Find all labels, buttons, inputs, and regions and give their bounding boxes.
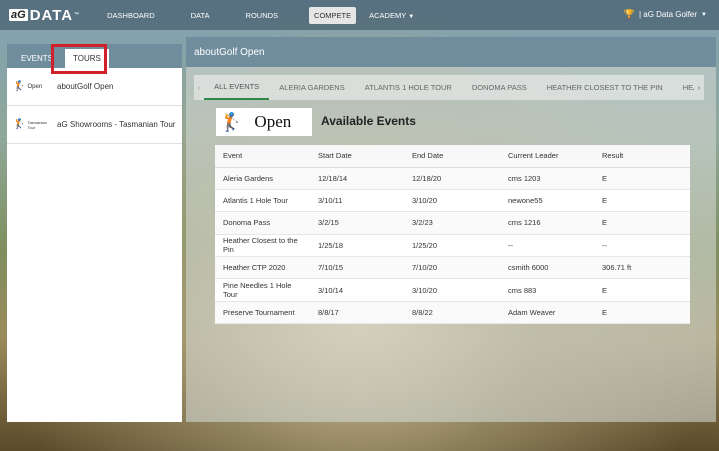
cell-event: Atlantis 1 Hole Tour	[215, 189, 310, 213]
tour-title: aboutGolf Open	[186, 37, 716, 67]
col-start-date[interactable]: Start Date	[310, 145, 404, 168]
table-header-row: Event Start Date End Date Current Leader…	[215, 145, 690, 168]
cell-result: E	[594, 278, 690, 302]
tour-logo: 🏌 Open	[13, 81, 49, 92]
tour-item-tasmanian-tour[interactable]: 🏌 Tasmanian Tour aG Showrooms - Tasmania…	[7, 106, 182, 144]
golfer-icon: 🏌	[13, 119, 26, 130]
col-end-date[interactable]: End Date	[404, 145, 500, 168]
tab-heather-truncated[interactable]: HEA	[673, 75, 694, 100]
cell-leader: csmith 6000	[500, 256, 594, 280]
left-tabs: EVENTS TOURS	[7, 44, 182, 68]
tab-tours[interactable]: TOURS	[65, 49, 109, 68]
table-row[interactable]: Preserve Tournament 8/8/17 8/8/22 Adam W…	[215, 301, 690, 325]
nav-data[interactable]: DATA	[186, 7, 215, 24]
tour-logo-text: Open	[27, 83, 43, 90]
cell-event: Preserve Tournament	[215, 301, 310, 325]
cell-event: Pine Needles 1 Hole Tour	[215, 278, 310, 302]
cell-start-date: 7/10/15	[310, 256, 404, 280]
tour-logo: 🏌 Tasmanian Tour	[13, 119, 49, 130]
table-row[interactable]: Heather CTP 2020 7/10/15 7/10/20 csmith …	[215, 256, 690, 280]
cell-end-date: 12/18/20	[404, 167, 500, 190]
cell-end-date: 7/10/20	[404, 256, 500, 280]
cell-result: E	[594, 211, 690, 235]
tab-donoma-pass[interactable]: DONOMA PASS	[462, 75, 537, 100]
tab-aleria-gardens[interactable]: ALERIA GARDENS	[269, 75, 354, 100]
cell-start-date: 3/10/14	[310, 278, 404, 302]
cell-end-date: 8/8/22	[404, 301, 500, 325]
table-row[interactable]: Donoma Pass 3/2/15 3/2/23 cms 1216 E	[215, 211, 690, 235]
cell-leader: --	[500, 234, 594, 258]
chevron-down-icon: ▼	[701, 11, 707, 18]
col-event[interactable]: Event	[215, 145, 310, 168]
table-row[interactable]: Heather Closest to the Pin 1/25/18 1/25/…	[215, 234, 690, 258]
col-result[interactable]: Result	[594, 145, 690, 168]
cell-end-date: 3/10/20	[404, 189, 500, 213]
logo-data: DATA	[29, 6, 74, 24]
table-row[interactable]: Atlantis 1 Hole Tour 3/10/11 3/10/20 new…	[215, 189, 690, 213]
nav-dashboard[interactable]: DASHBOARD	[102, 7, 160, 24]
logo-ag: aG	[9, 9, 28, 21]
cell-result: E	[594, 189, 690, 213]
tours-panel: EVENTS TOURS 🏌 Open aboutGolf Open 🏌 Tas…	[7, 44, 182, 422]
cell-start-date: 1/25/18	[310, 234, 404, 258]
tour-banner: 🏌 Open	[216, 108, 312, 136]
chevron-left-icon[interactable]: ‹	[194, 83, 204, 92]
table-row[interactable]: Aleria Gardens 12/18/14 12/18/20 cms 120…	[215, 167, 690, 190]
cell-event: Aleria Gardens	[215, 167, 310, 190]
cell-result: --	[594, 234, 690, 258]
cell-leader: cms 1216	[500, 211, 594, 235]
cell-end-date: 3/2/23	[404, 211, 500, 235]
cell-event: Heather Closest to the Pin	[215, 234, 310, 258]
cell-result: E	[594, 167, 690, 190]
tour-item-aboutgolf-open[interactable]: 🏌 Open aboutGolf Open	[7, 68, 182, 106]
tour-name: aboutGolf Open	[57, 82, 114, 91]
trophy-icon: 🏆	[623, 9, 635, 19]
cell-result: 306.71 ft	[594, 256, 690, 280]
tour-name: aG Showrooms - Tasmanian Tour	[57, 120, 176, 129]
cell-result: E	[594, 301, 690, 325]
chevron-down-icon: ▼	[408, 13, 415, 20]
cell-start-date: 3/2/15	[310, 211, 404, 235]
tab-all-events[interactable]: ALL EVENTS	[204, 75, 270, 100]
ag-data-logo[interactable]: aG DATA ™	[9, 7, 80, 24]
tour-logo-text: Tasmanian Tour	[27, 119, 47, 130]
table-row[interactable]: Pine Needles 1 Hole Tour 3/10/14 3/10/20…	[215, 278, 690, 302]
tab-atlantis-1-hole-tour[interactable]: ATLANTIS 1 HOLE TOUR	[355, 75, 462, 100]
cell-end-date: 3/10/20	[404, 278, 500, 302]
cell-leader: cms 883	[500, 278, 594, 302]
golfer-icon: 🏌	[220, 111, 243, 132]
user-menu[interactable]: 🏆 | aG Data Golfer ▼	[624, 9, 707, 20]
cell-leader: newone55	[500, 189, 594, 213]
cell-start-date: 8/8/17	[310, 301, 404, 325]
tab-events[interactable]: EVENTS	[13, 49, 61, 68]
cell-leader: cms 1203	[500, 167, 594, 190]
cell-leader: Adam Weaver	[500, 301, 594, 325]
tab-heather-closest-to-the-pin[interactable]: HEATHER CLOSEST TO THE PIN	[537, 75, 673, 100]
cell-start-date: 12/18/14	[310, 167, 404, 190]
chevron-right-icon[interactable]: ›	[694, 83, 704, 92]
cell-event: Heather CTP 2020	[215, 256, 310, 280]
top-navbar: aG DATA ™ DASHBOARD DATA ROUNDS COMPETE …	[0, 0, 719, 30]
logo-tm: ™	[74, 12, 81, 18]
user-name: | aG Data Golfer	[638, 10, 698, 19]
cell-event: Donoma Pass	[215, 211, 310, 235]
event-tabs: ‹ ALL EVENTS ALERIA GARDENS ATLANTIS 1 H…	[194, 75, 704, 100]
nav-rounds[interactable]: ROUNDS	[241, 7, 284, 24]
available-events-title: Available Events	[321, 114, 416, 128]
events-table: Event Start Date End Date Current Leader…	[215, 145, 690, 325]
golfer-icon: 🏌	[13, 81, 26, 92]
cell-start-date: 3/10/11	[310, 189, 404, 213]
banner-text: Open	[254, 112, 292, 131]
nav-academy-label: ACADEMY	[369, 10, 407, 20]
nav-academy[interactable]: ACADEMY ▼	[364, 7, 419, 24]
nav-compete[interactable]: COMPETE	[309, 6, 357, 24]
cell-end-date: 1/25/20	[404, 234, 500, 258]
col-current-leader[interactable]: Current Leader	[500, 145, 594, 168]
